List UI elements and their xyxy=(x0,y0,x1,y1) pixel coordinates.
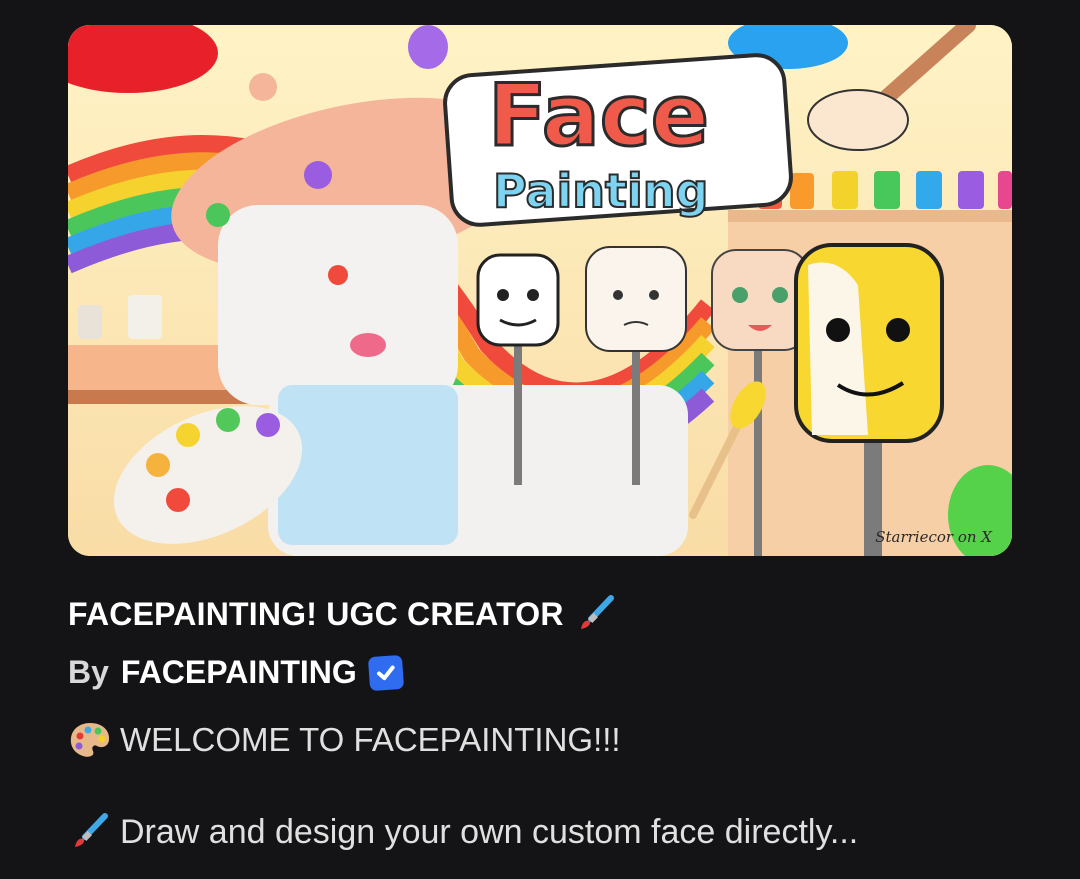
thumbnail-credit: Starriecor on X xyxy=(875,528,992,546)
creator-line[interactable]: By FACEPAINTING xyxy=(68,654,404,691)
svg-text:Face: Face xyxy=(488,66,709,166)
by-label: By xyxy=(68,654,109,690)
paint-jars xyxy=(758,171,1012,209)
description-text-2: Draw and design your own custom face dir… xyxy=(120,812,859,851)
game-logo: Face Painting xyxy=(443,53,793,227)
artist-palette-icon xyxy=(68,718,112,762)
game-thumbnail[interactable]: Face Painting Starriecor on X xyxy=(68,25,1012,556)
verified-badge-icon xyxy=(367,654,404,691)
thumbnail-illustration: Face Painting xyxy=(68,25,1012,556)
svg-text:Painting: Painting xyxy=(493,164,708,218)
description-line-1: WELCOME TO FACEPAINTING!!! xyxy=(68,718,621,762)
description-line-2: Draw and design your own custom face dir… xyxy=(68,810,858,854)
creator-name[interactable]: FACEPAINTING xyxy=(121,654,357,691)
paintbrush-icon xyxy=(68,810,112,854)
game-title[interactable]: FACEPAINTING! UGC CREATOR xyxy=(68,592,618,636)
game-title-text: FACEPAINTING! UGC CREATOR xyxy=(68,595,564,632)
description-text-1: WELCOME TO FACEPAINTING!!! xyxy=(120,721,621,758)
paintbrush-icon xyxy=(574,592,618,636)
